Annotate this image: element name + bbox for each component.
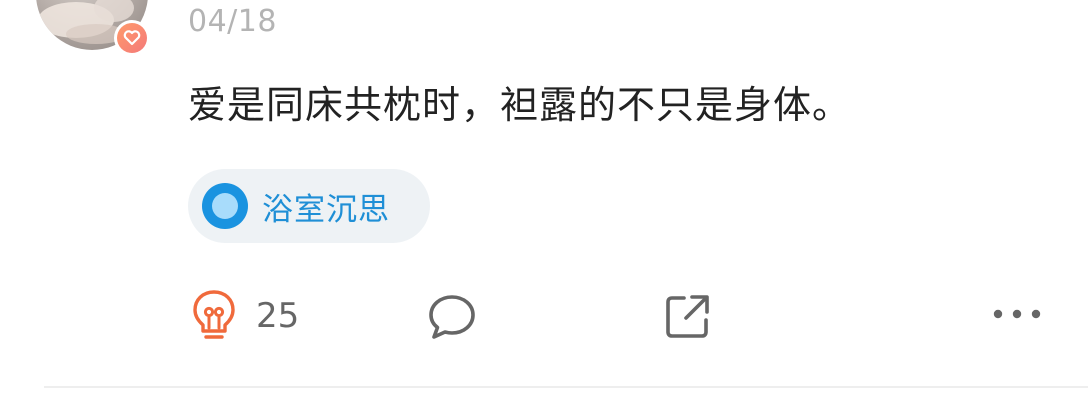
topic-tag[interactable]: 浴室沉思 — [188, 169, 430, 243]
share-button[interactable] — [662, 292, 712, 342]
divider — [44, 386, 1088, 388]
post-date: 04/18 — [188, 4, 277, 39]
topic-label: 浴室沉思 — [262, 191, 390, 228]
heart-badge-icon — [114, 20, 150, 56]
comment-button[interactable] — [426, 292, 478, 342]
lightbulb-icon — [193, 290, 235, 339]
post-content[interactable]: 爱是同床共枕时，袒露的不只是身体。 — [188, 74, 851, 129]
more-dots-icon — [993, 309, 1041, 319]
share-external-icon — [666, 295, 709, 338]
more-button[interactable] — [990, 300, 1044, 328]
like-button[interactable]: 25 — [190, 288, 299, 344]
feed-post: 04/18 爱是同床共枕时，袒露的不只是身体。 浴室沉思 25 — [0, 0, 1088, 400]
comment-bubble-icon — [429, 295, 475, 339]
like-count: 25 — [256, 296, 300, 336]
topic-circle-icon — [202, 183, 248, 229]
